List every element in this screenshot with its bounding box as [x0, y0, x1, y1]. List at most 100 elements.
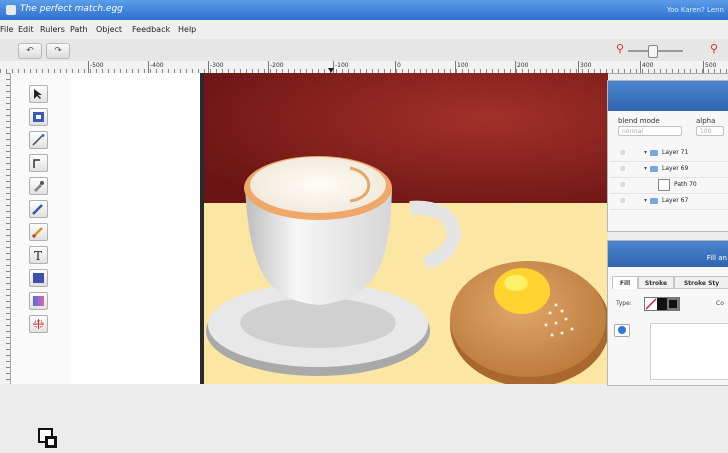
expand-arrow-icon[interactable]: ▾ [644, 149, 647, 156]
bun-custard [494, 268, 550, 314]
menu-path[interactable]: Path [70, 25, 88, 34]
color-label: Co [716, 300, 724, 307]
ruler-label: -200 [270, 62, 284, 69]
eye-icon[interactable]: ◎ [620, 149, 625, 156]
fill-panel-title: Fill an [706, 254, 727, 262]
ruler-label: 200 [517, 62, 529, 69]
fill-type-selector[interactable] [644, 297, 680, 311]
folder-icon [650, 150, 658, 156]
ruler-label: 0 [397, 62, 401, 69]
rectangle-tool-button[interactable] [29, 269, 48, 287]
line-tool-button[interactable] [29, 154, 48, 172]
blend-mode-select[interactable]: normal [618, 126, 682, 136]
pencil-tool-button[interactable] [29, 200, 48, 218]
rectangle-icon [33, 273, 44, 283]
custard-highlight [504, 275, 528, 291]
layer-row[interactable]: ◎ ▾ Layer 69 [610, 161, 728, 178]
fill-stroke-swatch[interactable] [38, 428, 58, 450]
tab-stroke-style[interactable]: Stroke Sty [674, 276, 728, 289]
fill-stroke-panel: Fill an Fill Stroke Stroke Sty Type: Co [607, 240, 728, 386]
node-edit-icon [33, 112, 44, 122]
path-thumbnail-icon [658, 179, 670, 191]
eye-icon[interactable]: ◎ [620, 165, 625, 172]
saucer-well [240, 298, 396, 348]
fill-panel-header[interactable]: Fill an [608, 241, 728, 267]
line-icon [33, 159, 40, 168]
layers-panel: blend mode alpha normal 100 ◎ ▾ Layer 71… [607, 80, 728, 232]
eye-icon[interactable]: ◎ [620, 197, 625, 204]
folder-icon [650, 198, 658, 204]
color-swap-icon [38, 428, 57, 448]
toolbox: T [11, 73, 71, 448]
menu-edit[interactable]: Edit [18, 25, 34, 34]
layer-name: Path 70 [674, 181, 697, 188]
zoom-out-icon[interactable]: ⚲ [614, 42, 626, 56]
ruler-label: -300 [210, 62, 224, 69]
node-tool-button[interactable] [29, 108, 48, 126]
bezier-pen-icon [32, 134, 45, 146]
menu-help[interactable]: Help [178, 25, 196, 34]
undo-button[interactable]: ↶ [18, 43, 42, 59]
layer-name: Layer 69 [662, 165, 689, 172]
zoom-in-icon[interactable]: ⚲ [708, 42, 720, 56]
ruler-label: -500 [90, 62, 104, 69]
toolbar: ↶ ↷ ⚲ ⚲ [0, 39, 728, 62]
fill-type-icons [645, 298, 679, 310]
tab-stroke[interactable]: Stroke [638, 276, 674, 289]
canvas-artwork[interactable] [200, 73, 608, 384]
layer-row[interactable]: ◎ ▾ Layer 71 [610, 145, 728, 162]
arrow-select-icon [34, 89, 42, 99]
gradient-icon [33, 296, 44, 306]
gradient-tool-button[interactable] [29, 292, 48, 310]
brush-tool-button[interactable] [29, 223, 48, 241]
title-right-text: Yoo Karen? Lenn [666, 6, 724, 14]
title-bar: The perfect match.egg Yoo Karen? Lenn [0, 0, 728, 20]
brush-icon [32, 227, 43, 238]
text-tool-icon: T [34, 249, 42, 261]
eyedropper-tool-button[interactable] [29, 177, 48, 195]
menu-rulers[interactable]: Rulers [40, 25, 65, 34]
menu-feedback[interactable]: Feedback [132, 25, 170, 34]
bezier-tool-button[interactable] [29, 131, 48, 149]
redo-button[interactable]: ↷ [46, 43, 70, 59]
eye-icon[interactable]: ◎ [620, 181, 625, 188]
svg-text:T: T [34, 249, 42, 261]
type-label: Type: [616, 300, 632, 307]
crop-icon [33, 319, 44, 329]
add-icon [618, 326, 626, 334]
alpha-label: alpha [696, 117, 716, 125]
zoom-slider-handle[interactable] [648, 45, 658, 58]
eyedropper-icon [34, 181, 44, 192]
window-title: The perfect match.egg [20, 4, 123, 14]
select-tool-button[interactable] [29, 85, 48, 103]
layer-name: Layer 71 [662, 149, 689, 156]
menu-file[interactable]: File [0, 25, 13, 34]
layers-panel-header[interactable] [608, 81, 728, 111]
ruler-label: 400 [642, 62, 654, 69]
ruler-label: -100 [335, 62, 349, 69]
add-gradient-button[interactable] [614, 324, 630, 337]
tab-fill[interactable]: Fill [612, 276, 638, 289]
blend-mode-label: blend mode [618, 117, 660, 125]
fill-preview-area[interactable] [650, 323, 728, 380]
expand-arrow-icon[interactable]: ▾ [644, 197, 647, 204]
layer-name: Layer 67 [662, 197, 689, 204]
app-icon [6, 5, 16, 15]
crop-tool-button[interactable] [29, 315, 48, 333]
ruler-label: -400 [150, 62, 164, 69]
pencil-icon [32, 204, 43, 215]
layer-row[interactable]: ◎ Path 70 [610, 177, 728, 194]
vertical-ruler[interactable] [0, 73, 11, 384]
menu-object[interactable]: Object [96, 25, 122, 34]
artboard-edge [200, 73, 204, 384]
cappuccino-foam [250, 157, 386, 213]
folder-icon [650, 166, 658, 172]
menu-bar: File Edit Rulers Path Object Feedback He… [0, 20, 728, 39]
expand-arrow-icon[interactable]: ▾ [644, 165, 647, 172]
layer-row[interactable]: ◎ ▾ Layer 67 [610, 193, 728, 210]
ruler-label: 500 [705, 62, 717, 69]
ruler-label: 300 [580, 62, 592, 69]
text-tool-button[interactable]: T [29, 246, 48, 264]
alpha-select[interactable]: 100 [696, 126, 724, 136]
ruler-label: 100 [457, 62, 469, 69]
